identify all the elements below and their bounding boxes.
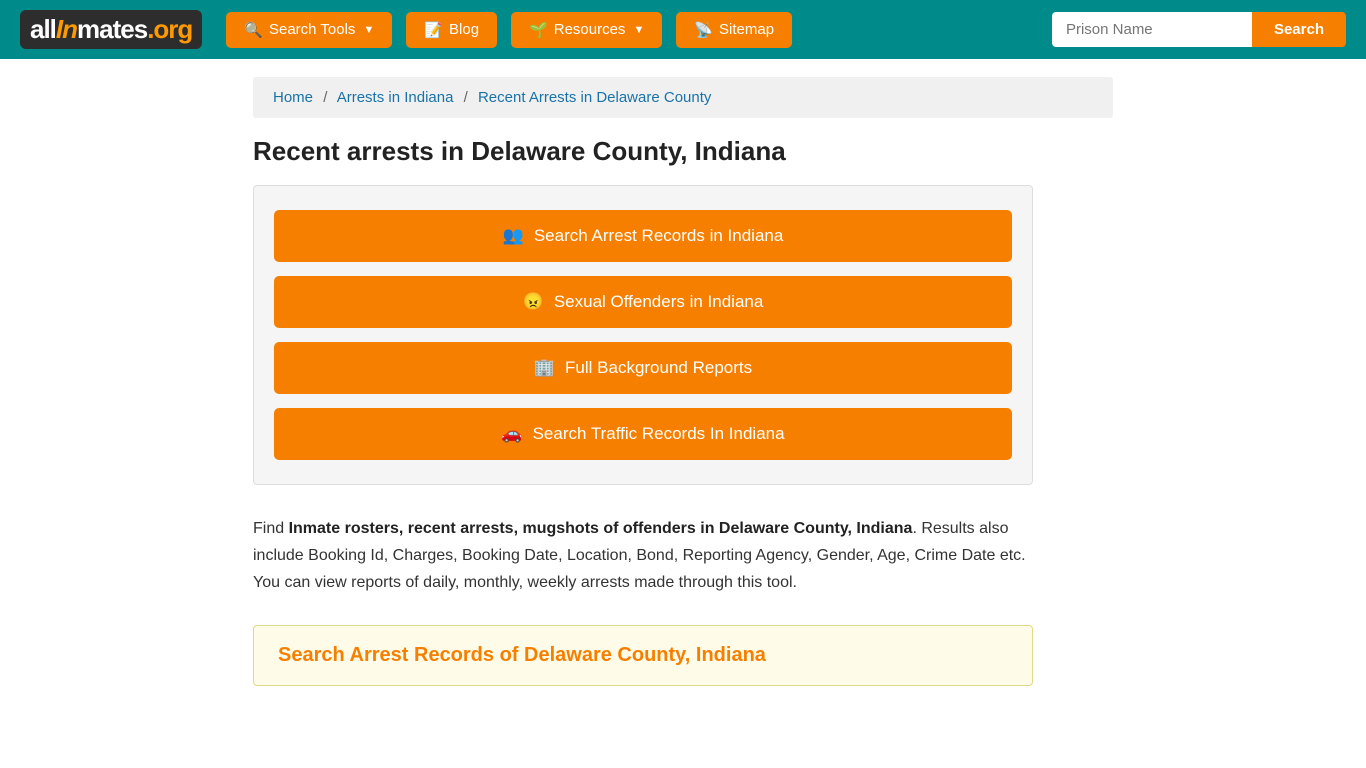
resources-label: Resources [554, 21, 626, 38]
background-reports-button[interactable]: 🏢 Full Background Reports [274, 342, 1012, 394]
blog-label: Blog [449, 21, 479, 38]
description-intro: Find [253, 520, 289, 537]
description-bold: Inmate rosters, recent arrests, mugshots… [289, 520, 913, 537]
breadcrumb: Home / Arrests in Indiana / Recent Arres… [253, 77, 1113, 118]
resources-icon: 🌱 [529, 21, 548, 39]
sitemap-label: Sitemap [719, 21, 774, 38]
blog-icon: 📝 [424, 21, 443, 39]
arrest-records-icon: 👥 [503, 226, 524, 246]
search-section-box: Search Arrest Records of Delaware County… [253, 625, 1033, 686]
site-header: allInmates.org 🔍 Search Tools ▼ 📝 Blog 🌱… [0, 0, 1366, 59]
resources-button[interactable]: 🌱 Resources ▼ [511, 12, 662, 48]
site-logo[interactable]: allInmates.org [20, 10, 202, 49]
sexual-offenders-button[interactable]: 😠 Sexual Offenders in Indiana [274, 276, 1012, 328]
search-tools-icon: 🔍 [244, 21, 263, 39]
breadcrumb-home[interactable]: Home [273, 89, 313, 106]
logo-mates: mates [77, 14, 147, 44]
breadcrumb-sep-2: / [464, 89, 468, 106]
breadcrumb-current: Recent Arrests in Delaware County [478, 89, 711, 106]
chevron-down-icon-2: ▼ [633, 24, 644, 36]
traffic-records-button[interactable]: 🚗 Search Traffic Records In Indiana [274, 408, 1012, 460]
breadcrumb-arrests-indiana[interactable]: Arrests in Indiana [337, 89, 454, 106]
blog-button[interactable]: 📝 Blog [406, 12, 497, 48]
header-search: Search [1052, 12, 1346, 47]
logo-all: all [30, 14, 56, 44]
arrest-records-button[interactable]: 👥 Search Arrest Records in Indiana [274, 210, 1012, 262]
background-reports-icon: 🏢 [534, 358, 555, 378]
background-reports-label: Full Background Reports [565, 358, 752, 378]
sexual-offenders-icon: 😠 [523, 292, 544, 312]
prison-search-input[interactable] [1052, 12, 1252, 47]
page-title: Recent arrests in Delaware County, India… [253, 136, 1113, 167]
prison-search-button[interactable]: Search [1252, 12, 1346, 47]
logo-in: In [56, 14, 77, 44]
arrest-records-label: Search Arrest Records in Indiana [534, 226, 783, 246]
logo-org: .org [147, 14, 192, 44]
sitemap-icon: 📡 [694, 21, 713, 39]
traffic-records-label: Search Traffic Records In Indiana [533, 424, 785, 444]
traffic-records-icon: 🚗 [501, 424, 522, 444]
tool-buttons-box: 👥 Search Arrest Records in Indiana 😠 Sex… [253, 185, 1033, 485]
breadcrumb-sep-1: / [323, 89, 327, 106]
main-content: Home / Arrests in Indiana / Recent Arres… [233, 77, 1133, 726]
search-section-title: Search Arrest Records of Delaware County… [278, 644, 1008, 667]
page-description: Find Inmate rosters, recent arrests, mug… [253, 515, 1033, 597]
search-tools-label: Search Tools [269, 21, 355, 38]
sitemap-button[interactable]: 📡 Sitemap [676, 12, 792, 48]
sexual-offenders-label: Sexual Offenders in Indiana [554, 292, 764, 312]
chevron-down-icon: ▼ [363, 24, 374, 36]
search-tools-button[interactable]: 🔍 Search Tools ▼ [226, 12, 392, 48]
